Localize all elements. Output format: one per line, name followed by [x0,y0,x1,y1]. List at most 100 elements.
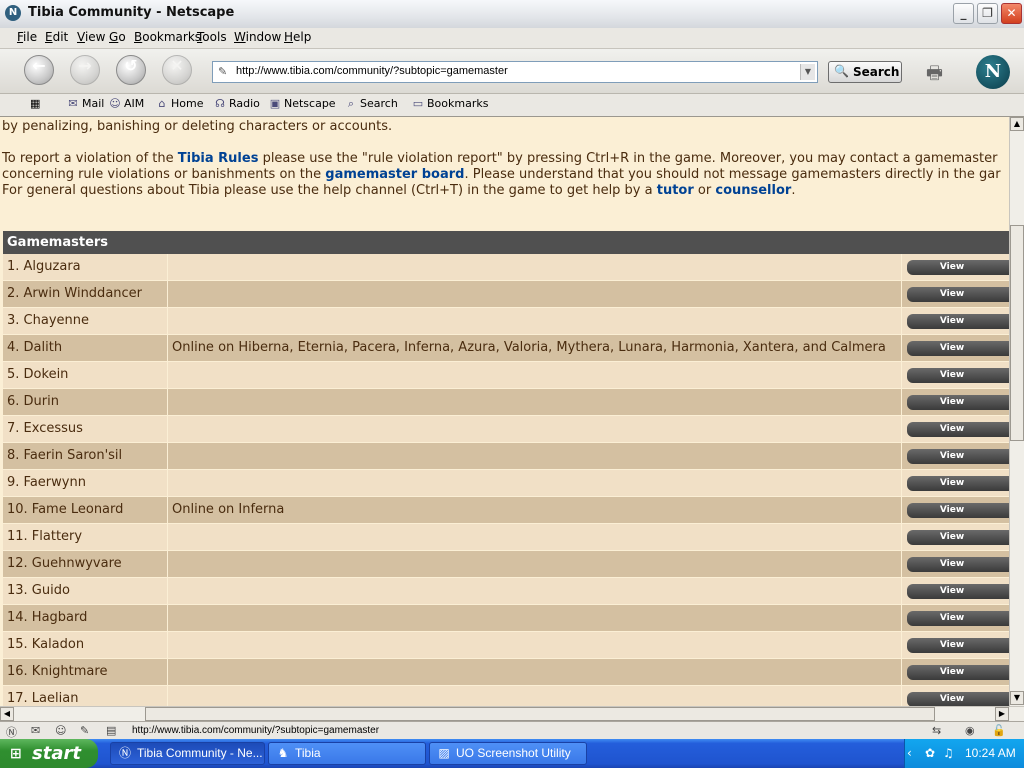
mail-status-icon[interactable]: ✉ [31,724,40,737]
taskbar-button-netscape[interactable]: Ⓝ Tibia Community - Ne... [110,742,265,765]
personal-toolbar: ▦ ✉ Mail ☺ AIM ⌂ Home ☊ Radio ▣ Netscape ⌕ Sea… [0,94,1024,117]
scroll-right-icon[interactable]: ▶ [995,707,1009,721]
menu-view[interactable]: View [77,30,105,44]
security-lock-icon[interactable]: 🔓 [992,724,1006,737]
menu-tools[interactable]: Tools [197,30,227,44]
back-button[interactable]: ← [24,55,54,85]
view-button[interactable]: View [907,476,1009,491]
status-text: http://www.tibia.com/community/?subtopic… [132,725,380,736]
vertical-scroll-thumb[interactable] [1010,225,1024,441]
forward-button[interactable]: → [70,55,100,85]
gamemaster-name: 11. Flattery [3,524,167,550]
table-row: 1. Alguzara View [3,254,1009,281]
table-row: 17. Laelian View [3,686,1009,706]
composer-status-icon[interactable]: ✎ [80,724,89,737]
text-span: To report a violation of the [2,151,178,166]
gamemaster-status [168,281,901,307]
view-button[interactable]: View [907,260,1009,275]
view-button[interactable]: View [907,368,1009,383]
menu-edit[interactable]: Edit [45,30,68,44]
counsellor-link[interactable]: counsellor [715,183,791,198]
tab-grippy-icon[interactable]: ▦ [30,97,40,110]
stop-button[interactable]: ✕ [162,55,192,85]
gamemaster-name: 12. Guehnwyvare [3,551,167,577]
view-button[interactable]: View [907,584,1009,599]
view-button[interactable]: View [907,449,1009,464]
print-icon[interactable]: 🖶 [926,61,943,91]
toolbar-radio[interactable]: ☊ Radio [213,97,260,110]
view-button[interactable]: View [907,665,1009,680]
clock[interactable]: 10:24 AM [965,746,1016,760]
gamemaster-status [168,254,901,280]
view-button[interactable]: View [907,395,1009,410]
reload-button[interactable]: ↺ [116,55,146,85]
tray-app-icon[interactable]: ✿ [925,746,935,760]
scroll-up-icon[interactable]: ▲ [1010,117,1024,131]
gamemaster-status [168,605,901,631]
address-bar[interactable]: ✎ http://www.tibia.com/community/?subtop… [212,61,818,83]
toolbar-home[interactable]: ⌂ Home [155,97,204,110]
aim-icon: ☺ [109,97,121,110]
privacy-status-icon[interactable]: ◉ [965,724,975,737]
page-proxy-icon[interactable]: ✎ [218,65,227,78]
view-button[interactable]: View [907,611,1009,626]
start-button[interactable]: ⊞ start [0,739,98,768]
close-button[interactable]: ✕ [1001,3,1022,24]
gamemaster-status [168,686,901,706]
vertical-scrollbar[interactable]: ▲ ▼ [1009,117,1024,706]
gamemaster-name: 17. Laelian [3,686,167,706]
view-button[interactable]: View [907,314,1009,329]
taskbar-button-tibia[interactable]: ♞ Tibia [268,742,426,765]
url-history-dropdown-icon[interactable]: ▼ [800,64,815,80]
stop-x-icon: ✕ [170,56,184,75]
minimize-button[interactable]: _ [953,3,974,24]
page-content: by penalizing, banishing or deleting cha… [0,117,1009,706]
tray-expand-icon[interactable]: ‹ [907,746,912,760]
taskbar-button-screenshot-utility[interactable]: ▨ UO Screenshot Utility [429,742,587,765]
horizontal-scrollbar[interactable]: ◀ ▶ [0,706,1024,721]
view-button[interactable]: View [907,287,1009,302]
tibia-rules-link[interactable]: Tibia Rules [178,151,259,166]
view-button[interactable]: View [907,422,1009,437]
menu-file[interactable]: File [17,30,37,44]
navigation-toolbar: ← → ↺ ✕ ✎ http://www.tibia.com/community… [0,49,1024,94]
toolbar-aim[interactable]: ☺ AIM [108,97,144,110]
windows-logo-icon: ⊞ [10,746,22,762]
search-button-label: Search [853,65,900,79]
netscape-app-icon[interactable]: N [5,5,21,21]
view-cell: View [902,686,1009,706]
view-button[interactable]: View [907,503,1009,518]
online-status-icon[interactable]: ⇆ [932,724,941,737]
toolbar-mail[interactable]: ✉ Mail [66,97,104,110]
horizontal-scroll-thumb[interactable] [145,707,935,721]
maximize-button[interactable]: ❐ [977,3,998,24]
gamemaster-board-link[interactable]: gamemaster board [325,167,464,182]
toolbar-netscape-label: Netscape [284,97,336,110]
view-button[interactable]: View [907,530,1009,545]
tray-network-icon[interactable]: ♫ [943,746,954,760]
netscape-logo-icon[interactable]: N [976,55,1010,89]
menu-go[interactable]: Go [109,30,126,44]
menu-bookmarks[interactable]: Bookmarks [134,30,201,44]
scroll-left-icon[interactable]: ◀ [0,707,14,721]
address-url[interactable]: http://www.tibia.com/community/?subtopic… [236,65,508,77]
view-button[interactable]: View [907,341,1009,356]
toolbar-netscape[interactable]: ▣ Netscape [268,97,336,110]
menu-window[interactable]: Window [234,30,281,44]
scroll-down-icon[interactable]: ▼ [1010,691,1024,705]
text-span: . Please understand that you should not … [464,167,1001,182]
aim-status-icon[interactable]: ☺ [55,724,66,737]
view-button[interactable]: View [907,692,1009,706]
address-book-status-icon[interactable]: ▤ [106,724,116,737]
view-button[interactable]: View [907,638,1009,653]
netscape-status-icon[interactable]: Ⓝ [6,724,17,740]
tutor-link[interactable]: tutor [657,183,694,198]
start-label: start [32,743,81,764]
search-button[interactable]: 🔍 Search [828,61,902,83]
view-cell: View [902,389,1009,415]
toolbar-search[interactable]: ⌕ Search [344,97,398,111]
menu-help[interactable]: Help [284,30,311,44]
toolbar-bookmarks[interactable]: ▭ Bookmarks [411,97,489,110]
text-span: . [791,183,796,198]
view-button[interactable]: View [907,557,1009,572]
